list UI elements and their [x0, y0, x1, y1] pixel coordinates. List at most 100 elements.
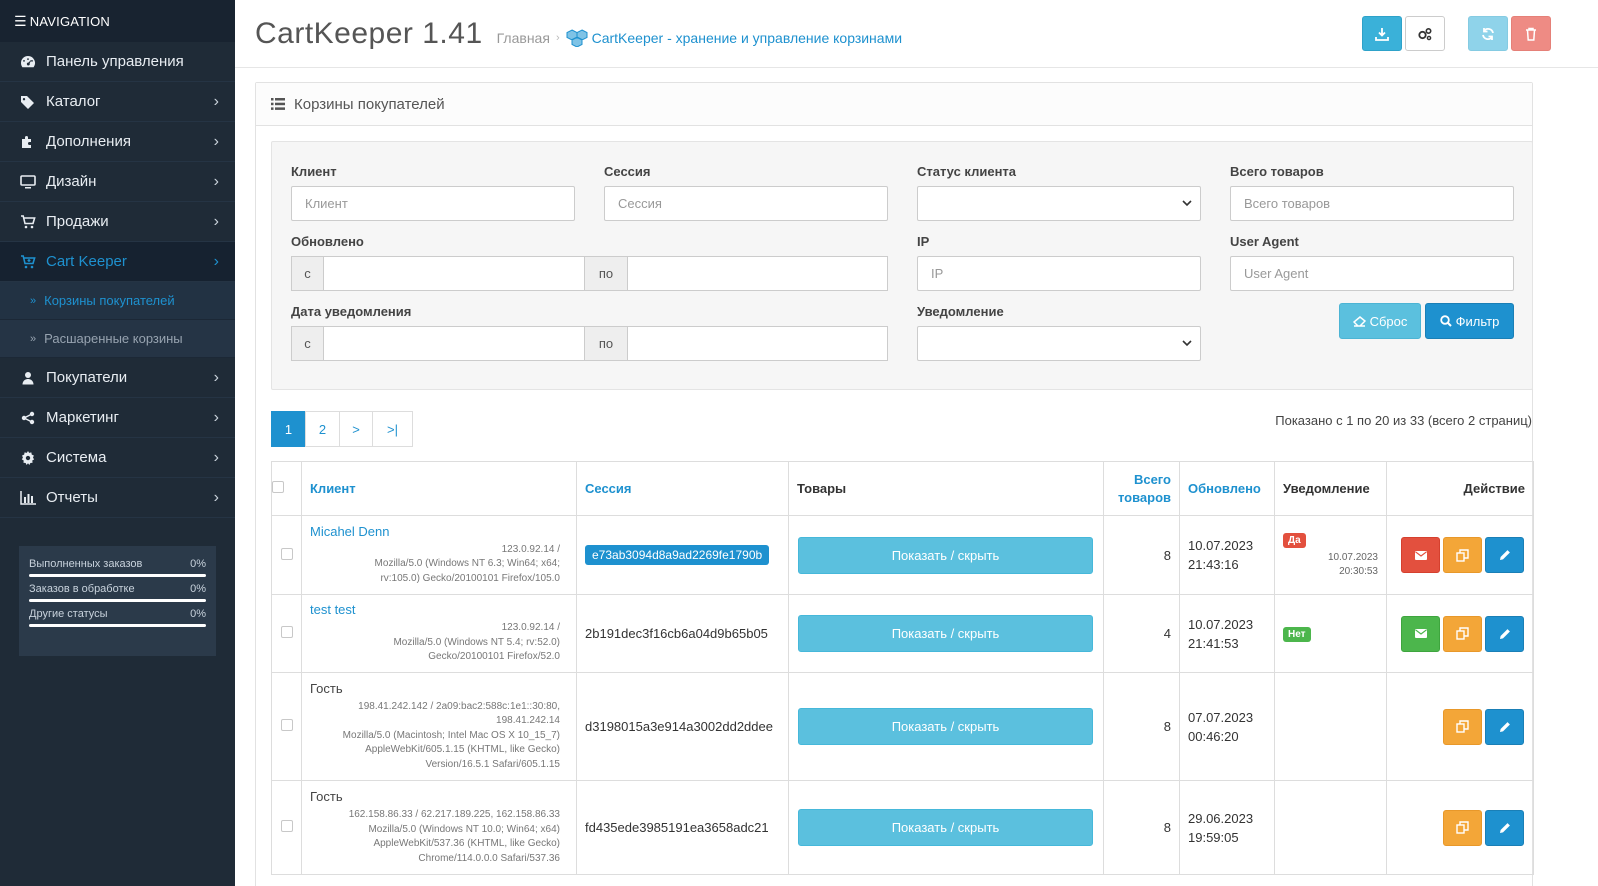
ip-input[interactable]: IP [917, 256, 1201, 291]
refresh-button[interactable] [1468, 16, 1508, 51]
menu-item-system[interactable]: Система › [0, 438, 235, 478]
menu-item-cart-keeper[interactable]: Cart Keeper › [0, 242, 235, 282]
send-email-button[interactable] [1401, 615, 1440, 652]
total-cell: 4 [1103, 594, 1180, 673]
notification-select[interactable] [917, 326, 1201, 361]
ua-line: Mozilla/5.0 (Windows NT 6.3; Win64; x64; [374, 558, 560, 570]
edit-button[interactable] [1485, 708, 1524, 745]
session-cell: fd435ede3985191ea3658adc21 [576, 780, 789, 875]
updated-to-addon: по [584, 256, 628, 291]
dashboard-icon [18, 55, 38, 69]
download-button[interactable] [1362, 16, 1402, 51]
select-all-cell [271, 461, 302, 516]
col-updated[interactable]: Обновлено [1179, 461, 1275, 516]
copy-button[interactable] [1443, 809, 1482, 846]
client-status-select[interactable] [917, 186, 1201, 221]
toggle-goods-button[interactable]: Показать / скрыть [798, 536, 1093, 574]
col-session[interactable]: Сессия [576, 461, 789, 516]
page-1[interactable]: 1 [271, 411, 306, 447]
client-name-link[interactable]: Micahel Denn [310, 524, 560, 539]
copy-button[interactable] [1443, 615, 1482, 652]
client-cell: Micahel Denn 123.0.92.14 / Mozilla/5.0 (… [301, 515, 577, 595]
row-checkbox[interactable] [280, 820, 293, 832]
breadcrumb-home-link[interactable]: Главная [497, 30, 550, 46]
send-email-button[interactable] [1401, 537, 1440, 573]
copy-button[interactable] [1443, 537, 1482, 573]
menu-item-marketing[interactable]: Маркетинг › [0, 398, 235, 438]
copy-button[interactable] [1443, 708, 1482, 745]
session-input[interactable]: Сессия [604, 186, 888, 221]
menu-item-catalog[interactable]: Каталог › [0, 82, 235, 122]
refresh-icon [1482, 27, 1494, 40]
client-name-link[interactable]: test test [310, 602, 560, 617]
copy-icon [1456, 720, 1469, 733]
select-all-checkbox[interactable] [272, 481, 284, 493]
col-total-line1: Всего [1133, 471, 1171, 487]
menu-item-label: Каталог [46, 93, 101, 110]
menu-item-sales[interactable]: Продажи › [0, 202, 235, 242]
reset-button[interactable]: Сброс [1339, 303, 1421, 339]
updated-from-input[interactable] [323, 256, 585, 291]
edit-button[interactable] [1485, 615, 1524, 652]
toggle-goods-button[interactable]: Показать / скрыть [798, 708, 1093, 745]
page-2[interactable]: 2 [305, 411, 340, 447]
updated-to-input[interactable] [627, 256, 888, 291]
filter-button[interactable]: Фильтр [1425, 303, 1514, 339]
ua-line: 198.41.242.142 / 2a09:bac2:588c:1e1::30:… [358, 700, 560, 712]
pencil-icon [1499, 721, 1510, 732]
notify-from-input[interactable] [323, 326, 585, 361]
menu-item-extensions[interactable]: Дополнения › [0, 122, 235, 162]
toggle-goods-button[interactable]: Показать / скрыть [798, 615, 1093, 652]
page-last[interactable]: >| [372, 411, 413, 447]
client-input[interactable]: Клиент [291, 186, 575, 221]
col-total[interactable]: Всего товаров [1103, 461, 1180, 516]
trash-icon [1526, 27, 1536, 41]
double-chevron-icon: » [30, 332, 37, 345]
panel-title: Корзины покупателей [294, 95, 445, 113]
row-checkbox[interactable] [280, 547, 293, 560]
menu-item-customers[interactable]: Покупатели › [0, 358, 235, 398]
total-goods-input[interactable]: Всего товаров [1230, 186, 1514, 221]
submenu-item-customer-carts[interactable]: » Корзины покупателей [0, 282, 235, 320]
toggle-goods-button[interactable]: Показать / скрыть [798, 809, 1093, 846]
stat-value: 0% [190, 558, 206, 570]
table-header-row: Клиент Сессия Товары Всего товаров Обнов… [271, 461, 1534, 516]
client-ua: 123.0.92.14 / Mozilla/5.0 (Windows NT 5.… [310, 621, 560, 665]
pagination: 1 2 > >| [271, 411, 413, 447]
pencil-icon [1499, 822, 1510, 833]
menu-item-design[interactable]: Дизайн › [0, 162, 235, 202]
col-client[interactable]: Клиент [301, 461, 577, 516]
updated-time: 00:46:20 [1188, 728, 1239, 744]
client-cell: Гость 198.41.242.142 / 2a09:bac2:588c:1e… [301, 672, 577, 781]
updated-date: 10.07.2023 [1188, 616, 1254, 632]
chevron-right-icon: › [213, 172, 219, 190]
client-ua: 198.41.242.142 / 2a09:bac2:588c:1e1::30:… [310, 700, 560, 773]
share-icon [18, 411, 38, 425]
user-agent-input[interactable]: User Agent [1230, 256, 1514, 291]
nav-header[interactable]: ☰ NAVIGATION [0, 0, 235, 42]
chevron-right-icon: › [213, 212, 219, 230]
breadcrumb-current-link[interactable]: CartKeeper - хранение и управление корзи… [566, 28, 902, 47]
updated-cell: 07.07.2023 00:46:20 [1179, 672, 1275, 781]
chevron-right-icon: › [213, 488, 219, 506]
updated-date: 07.07.2023 [1188, 709, 1254, 725]
menu-item-dashboard[interactable]: Панель управления [0, 42, 235, 82]
menu-burger-icon: ☰ [14, 12, 27, 29]
monitor-icon [18, 174, 38, 189]
notify-to-input[interactable] [627, 326, 888, 361]
menu-item-reports[interactable]: Отчеты › [0, 478, 235, 518]
chevron-right-icon: › [213, 92, 219, 110]
delete-button[interactable] [1511, 16, 1551, 51]
row-checkbox[interactable] [280, 626, 293, 638]
menu-item-label: Cart Keeper [46, 253, 127, 270]
menu-item-label: Маркетинг [46, 409, 119, 426]
ua-line: Mozilla/5.0 (Windows NT 10.0; Win64; x64… [368, 823, 560, 835]
row-checkbox[interactable] [280, 719, 293, 731]
submenu-item-shared-carts[interactable]: » Расшаренные корзины [0, 320, 235, 358]
table-row: Гость 162.158.86.33 / 62.217.189.225, 16… [271, 780, 1534, 875]
copy-icon [1456, 548, 1469, 562]
edit-button[interactable] [1485, 809, 1524, 846]
page-next[interactable]: > [339, 411, 373, 447]
settings-button[interactable] [1405, 16, 1445, 51]
edit-button[interactable] [1485, 537, 1524, 573]
